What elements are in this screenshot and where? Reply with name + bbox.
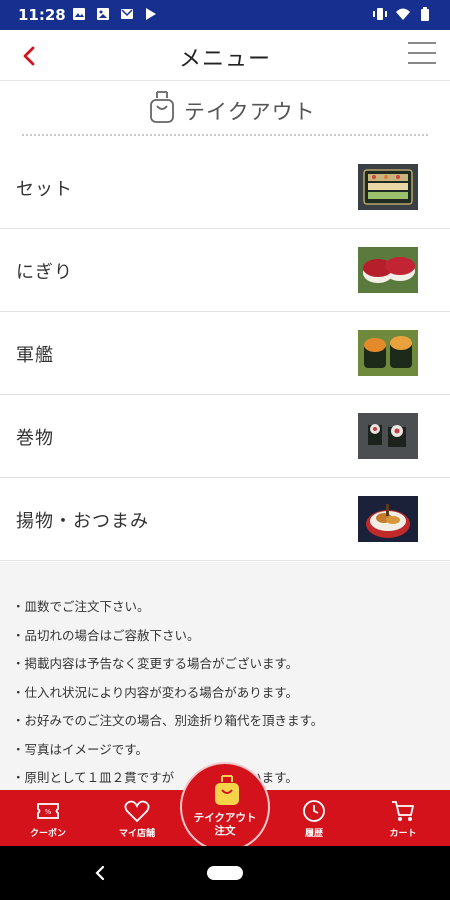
tuna-nigiri-thumbnail xyxy=(358,247,418,293)
play-store-icon xyxy=(146,8,156,20)
category-list: セット にぎり 軍艦 巻物 揚物・おつまみ xyxy=(0,146,450,561)
wifi-icon xyxy=(396,8,410,20)
category-item-fried[interactable]: 揚物・おつまみ xyxy=(0,478,450,561)
sushi-set-thumbnail xyxy=(358,164,418,210)
nav-label: クーポン xyxy=(29,829,66,839)
category-item-set[interactable]: セット xyxy=(0,146,450,229)
note-item: ・仕入れ状況により内容が変わる場合があります。 xyxy=(12,684,299,700)
takeout-label: テイクアウト 注文 xyxy=(182,812,268,838)
cart-icon xyxy=(392,801,414,821)
image-notification-icon xyxy=(73,8,85,20)
category-label: 軍艦 xyxy=(16,345,54,366)
nav-label: 履歴 xyxy=(304,829,323,839)
category-item-nigiri[interactable]: にぎり xyxy=(0,229,450,312)
heart-icon xyxy=(124,800,150,823)
nav-cart[interactable]: カート xyxy=(363,790,443,846)
category-item-maki[interactable]: 巻物 xyxy=(0,395,450,478)
notes-panel: ・皿数でご注文下さい。 ・品切れの場合はご容赦下さい。 ・掲載内容は予告なく変更… xyxy=(0,562,450,790)
note-item: ・掲載内容は予告なく変更する場合がございます。 xyxy=(12,656,299,671)
nav-coupon[interactable]: % クーポン xyxy=(8,790,88,846)
category-label: セット xyxy=(16,179,73,200)
page-title: メニュー xyxy=(178,47,271,72)
nav-my-store[interactable]: マイ店舗 xyxy=(97,790,177,846)
category-label: 揚物・おつまみ xyxy=(16,511,149,532)
category-item-gunkan[interactable]: 軍艦 xyxy=(0,312,450,395)
svg-text:%: % xyxy=(45,808,52,816)
mail-notification-icon xyxy=(121,9,133,19)
takeout-bag-icon xyxy=(150,91,174,123)
system-home-button[interactable] xyxy=(207,866,243,880)
clock-icon xyxy=(303,800,325,822)
nav-history[interactable]: 履歴 xyxy=(274,790,354,846)
nav-label: マイ店舗 xyxy=(118,829,155,839)
system-back-icon[interactable] xyxy=(92,863,108,883)
takeout-bag-icon xyxy=(215,775,239,805)
section-header: テイクアウト xyxy=(0,80,450,140)
takeout-label-line2: 注文 xyxy=(214,825,236,837)
nav-label: カート xyxy=(389,829,417,839)
app-header: メニュー xyxy=(0,30,450,81)
vibrate-icon xyxy=(373,8,387,20)
section-title: テイクアウト xyxy=(184,100,316,124)
hamburger-menu-button[interactable] xyxy=(408,42,436,68)
category-label: 巻物 xyxy=(16,428,54,449)
fried-dish-thumbnail xyxy=(358,496,418,542)
status-bar: 11:28 xyxy=(0,0,450,30)
takeout-order-button[interactable]: テイクアウト 注文 xyxy=(180,762,270,852)
takeout-label-line1: テイクアウト xyxy=(193,812,257,824)
system-navigation-bar xyxy=(0,846,450,900)
battery-icon xyxy=(421,7,429,21)
category-label: にぎり xyxy=(16,262,73,283)
note-item: ・皿数でご注文下さい。 xyxy=(12,599,150,614)
gunkan-thumbnail xyxy=(358,330,418,376)
coupon-icon: % xyxy=(37,803,59,819)
maki-thumbnail xyxy=(358,413,418,459)
photo-notification-icon xyxy=(97,8,109,20)
note-item: ・お好みでのご注文の場合、別途折り箱代を頂きます。 xyxy=(12,713,324,728)
note-item: ・品切れの場合はご容赦下さい。 xyxy=(12,627,200,643)
status-time: 11:28 xyxy=(18,6,66,24)
section-divider xyxy=(22,134,428,136)
